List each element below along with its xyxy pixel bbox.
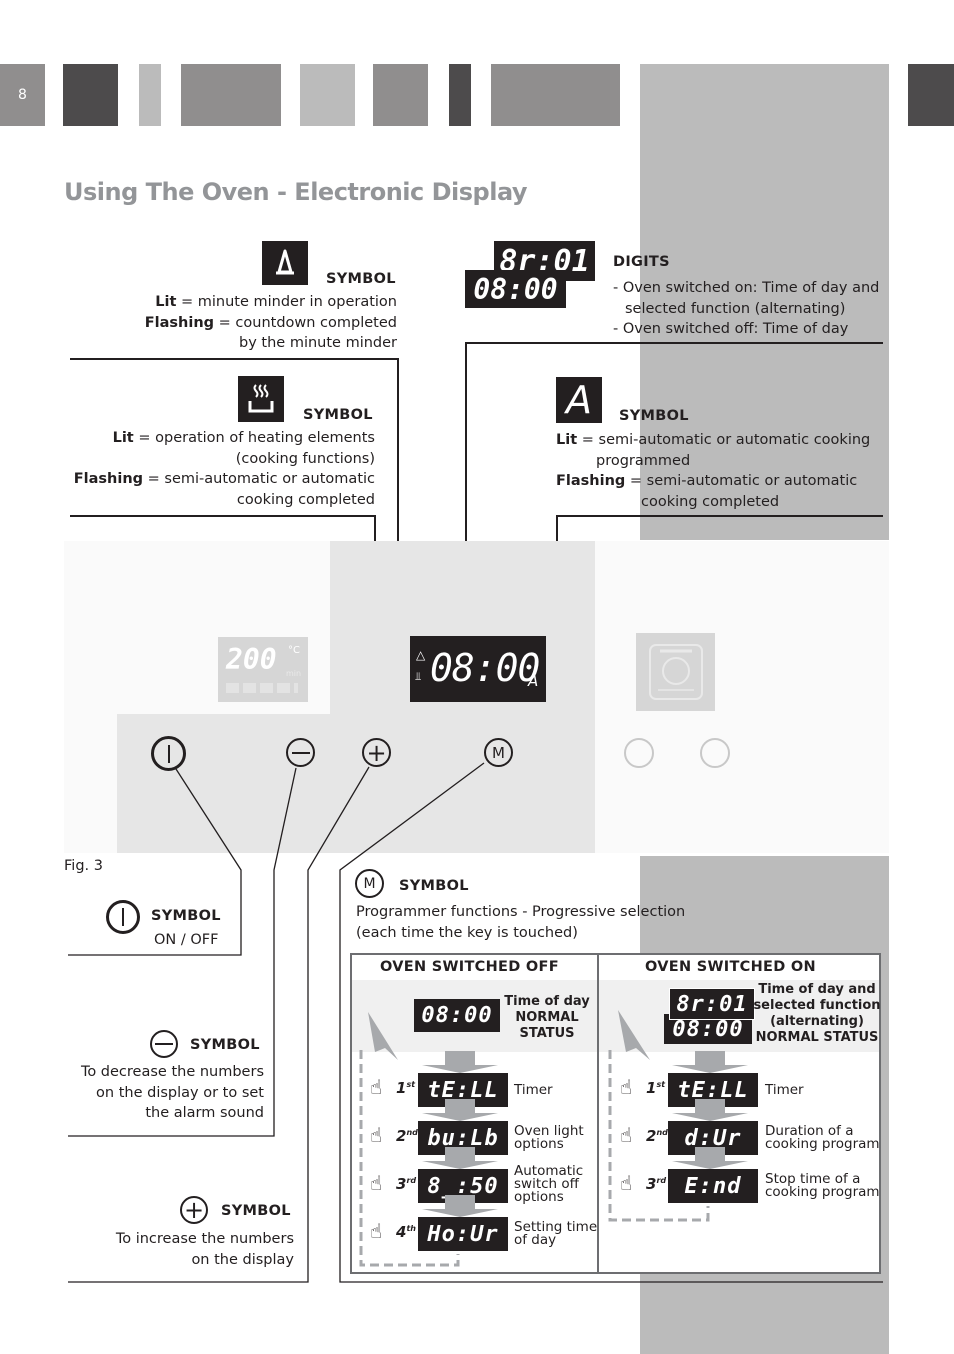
step-suffix: st: [406, 1080, 416, 1089]
step-number: 4: [396, 1223, 407, 1241]
step-suffix: nd: [406, 1128, 418, 1137]
sequence-arrowhead: [672, 1161, 748, 1169]
on-step-label: Duration of a cooking program: [765, 1124, 880, 1152]
sequence-arrow: [445, 1051, 475, 1065]
step-ordinal: 2nd: [646, 1127, 668, 1145]
off-step-label: Oven light options: [514, 1124, 584, 1152]
sequence-arrow: [695, 1147, 725, 1161]
step-label-line: of day: [514, 1232, 557, 1248]
step-ordinal: 2nd: [396, 1127, 418, 1145]
step-number: 3: [646, 1175, 657, 1193]
touch-finger-icon: ☝: [370, 1123, 383, 1147]
touch-finger-icon: ☝: [370, 1171, 383, 1195]
touch-finger-icon: ☝: [370, 1075, 383, 1099]
step-label-line: cooking program: [765, 1184, 880, 1200]
sequence-arrowhead: [672, 1065, 748, 1073]
off-step-label: Timer: [514, 1082, 553, 1098]
step-label-line: Timer: [514, 1082, 553, 1098]
sequence-arrowhead: [422, 1113, 498, 1121]
step-ordinal: 1st: [646, 1079, 665, 1097]
step-ordinal: 1st: [396, 1079, 415, 1097]
step-number: 2: [646, 1127, 657, 1145]
touch-finger-icon: ☝: [620, 1075, 633, 1099]
on-step-display: E:nd: [668, 1169, 758, 1203]
touch-finger-icon: ☝: [620, 1123, 633, 1147]
touch-finger-icon: ☝: [620, 1171, 633, 1195]
step-label-line: options: [514, 1189, 564, 1205]
sequence-arrow: [445, 1147, 475, 1161]
step-suffix: st: [656, 1080, 666, 1089]
sequence-arrowhead: [422, 1161, 498, 1169]
off-step-label: Automatic switch off options: [514, 1164, 583, 1205]
step-number: 2: [396, 1127, 407, 1145]
touch-finger-icon: ☝: [370, 1219, 383, 1243]
off-step-display: Ho:Ur: [418, 1217, 508, 1251]
step-suffix: rd: [406, 1176, 417, 1185]
sequence-arrow: [445, 1099, 475, 1113]
step-suffix: nd: [656, 1128, 668, 1137]
sequence-arrow: [695, 1051, 725, 1065]
step-suffix: th: [406, 1224, 416, 1233]
step-suffix: rd: [656, 1176, 667, 1185]
off-step-label: Setting time of day: [514, 1220, 597, 1248]
step-ordinal: 4th: [396, 1223, 416, 1241]
step-display-code: Ho:Ur: [427, 1221, 499, 1247]
step-number: 1: [396, 1079, 407, 1097]
step-number: 3: [396, 1175, 407, 1193]
step-label-line: cooking program: [765, 1136, 880, 1152]
step-label-line: Timer: [765, 1082, 804, 1098]
sequence-arrow: [445, 1195, 475, 1209]
step-number: 1: [646, 1079, 657, 1097]
sequence-arrowhead: [422, 1065, 498, 1073]
sequence-arrowhead: [422, 1209, 498, 1217]
sequence-arrowhead: [672, 1113, 748, 1121]
step-ordinal: 3rd: [646, 1175, 666, 1193]
step-ordinal: 3rd: [396, 1175, 416, 1193]
step-label-line: options: [514, 1136, 564, 1152]
on-step-label: Stop time of a cooking program: [765, 1172, 880, 1200]
on-step-label: Timer: [765, 1082, 804, 1098]
sequence-arrow: [695, 1099, 725, 1113]
step-display-code: E:nd: [684, 1173, 742, 1199]
